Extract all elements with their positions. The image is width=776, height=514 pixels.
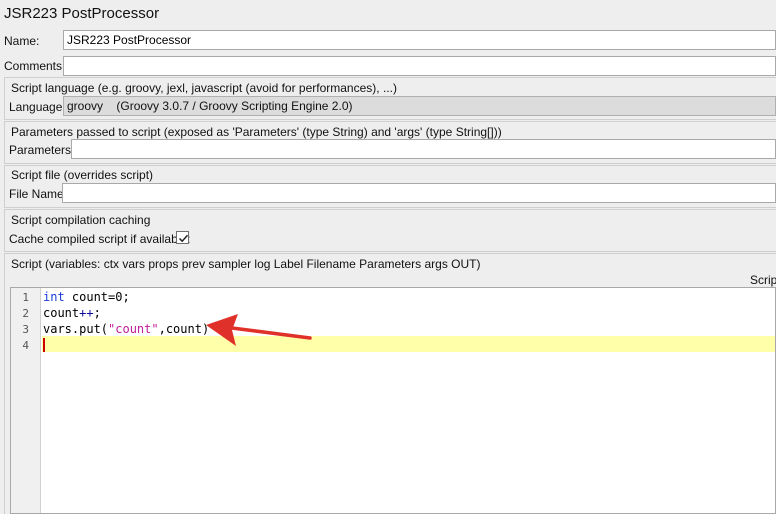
code-text: count xyxy=(43,306,80,320)
comments-field[interactable] xyxy=(63,56,776,76)
script-file-title: Script file (overrides script) xyxy=(11,168,154,182)
name-label: Name: xyxy=(4,34,40,48)
caching-title: Script compilation caching xyxy=(11,213,151,227)
cache-checkbox[interactable] xyxy=(176,231,189,244)
language-value: groovy xyxy=(67,99,104,113)
text-caret xyxy=(43,338,45,352)
code-text: ,count) xyxy=(158,322,210,336)
code-line-3: vars.put("count",count) xyxy=(43,321,209,337)
line-number: 2 xyxy=(22,307,29,320)
language-engine: (Groovy 3.0.7 / Groovy Scripting Engine … xyxy=(116,99,353,113)
line-number: 1 xyxy=(22,291,29,304)
code-text: count=0; xyxy=(64,290,130,304)
keyword: int xyxy=(43,290,65,304)
code-line-2: count++; xyxy=(43,305,101,321)
line-number-gutter: 1 2 3 4 xyxy=(11,288,41,513)
script-title: Script (variables: ctx vars props prev s… xyxy=(11,257,481,271)
code-text: ; xyxy=(93,306,101,320)
script-editor[interactable]: 1 2 3 4 int count=0; count++; vars.put("… xyxy=(10,287,776,514)
script-language-title: Script language (e.g. groovy, jexl, java… xyxy=(11,81,397,95)
line-number: 3 xyxy=(22,323,29,336)
current-line-highlight xyxy=(42,336,775,352)
file-name-field[interactable] xyxy=(62,183,776,203)
language-select[interactable]: groovy (Groovy 3.0.7 / Groovy Scripting … xyxy=(63,96,776,116)
page-title: JSR223 PostProcessor xyxy=(4,5,160,22)
parameters-title: Parameters passed to script (exposed as … xyxy=(11,125,502,139)
checkmark-icon xyxy=(178,234,189,243)
script-right-label: Script xyxy=(750,273,776,287)
name-field[interactable]: JSR223 PostProcessor xyxy=(63,30,776,50)
comments-label: Comments: xyxy=(4,59,66,73)
code-text: vars.put( xyxy=(43,322,109,336)
cache-label: Cache compiled script if available: xyxy=(9,232,191,246)
parameters-label: Parameters: xyxy=(9,143,75,157)
code-line-1: int count=0; xyxy=(43,289,130,305)
file-name-label: File Name: xyxy=(9,187,68,201)
line-number: 4 xyxy=(22,339,29,352)
parameters-field[interactable] xyxy=(71,139,776,159)
string-literal: "count" xyxy=(108,322,159,336)
language-label: Language: xyxy=(9,100,66,114)
operator: ++ xyxy=(79,306,94,320)
